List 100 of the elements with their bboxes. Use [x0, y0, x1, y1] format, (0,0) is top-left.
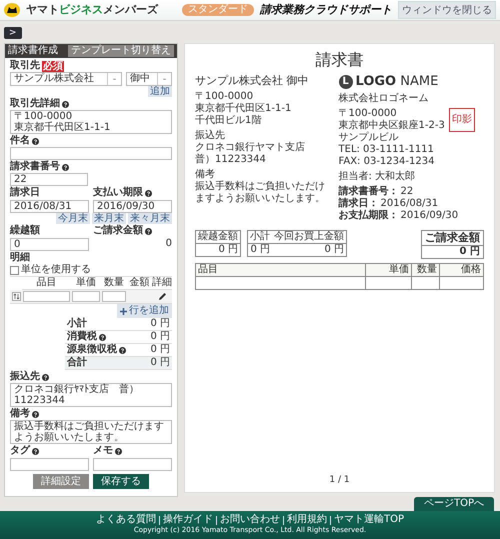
date-shortcut-button[interactable]: 来々月末	[128, 213, 172, 224]
settings-button[interactable]: 詳細設定	[33, 474, 89, 489]
help-icon[interactable]	[115, 448, 122, 454]
help-icon[interactable]	[32, 138, 39, 144]
notes-text: 振込手数料はご負担いただけますようお願いいたします。	[195, 181, 326, 205]
bank-text: クロネコ銀行ヤマト支店	[195, 142, 305, 154]
summary-label: 小計	[248, 231, 272, 244]
input-field[interactable]: 0	[10, 238, 89, 251]
info-label: お支払期限：	[338, 210, 399, 222]
help-icon[interactable]	[62, 100, 69, 108]
brand-text: ヤマト	[26, 3, 59, 16]
input-field[interactable]	[10, 147, 172, 160]
summary-value: 0 円	[217, 244, 239, 256]
footer-link[interactable]: よくある質問	[96, 514, 156, 526]
panel-title: 請求書作成	[8, 45, 58, 57]
required-badge: 必須	[42, 60, 64, 72]
total-label: 消費税	[67, 331, 97, 343]
date-shortcut-button[interactable]: 今月末	[56, 213, 90, 224]
info-value: 2016/08/31	[380, 198, 438, 210]
field-label: 取引先	[10, 60, 40, 72]
sort-handle-icon[interactable]	[12, 292, 20, 301]
input-field[interactable]	[10, 458, 89, 471]
address-line: 東京都千代田区1-1-1	[195, 103, 292, 114]
close-window-button[interactable]: ウィンドウを閉じる	[398, 1, 496, 19]
field-label: 繰越額	[10, 225, 40, 237]
logo-text: LOGO NAME	[356, 74, 438, 90]
info-value: 22	[400, 186, 414, 198]
address-line: 千代田ビル1階	[195, 115, 262, 127]
client-select[interactable]: サンプル株式会社 -	[10, 72, 122, 86]
column-header: 単価	[365, 264, 411, 277]
seal-stamp: 印影	[448, 108, 475, 132]
page-top-button[interactable]: ページTOPへ	[414, 497, 494, 511]
summary-value: 0 円	[323, 244, 345, 256]
input-field[interactable]: 22	[10, 173, 88, 186]
add-row-button[interactable]: 行を追加	[117, 304, 172, 318]
total-label: 合計	[67, 357, 87, 369]
summary-value: 0 円	[249, 244, 271, 256]
logo-mark: L	[338, 75, 353, 89]
date-shortcut-button[interactable]: 来月末	[92, 213, 126, 224]
field-label: 件名	[10, 135, 30, 147]
recipient-name: サンプル株式会社 御中	[195, 74, 310, 88]
field-label: メモ	[93, 445, 113, 457]
input-field[interactable]	[93, 458, 172, 471]
footer-link[interactable]: 操作ガイド	[162, 514, 213, 526]
help-icon[interactable]	[145, 228, 152, 234]
field-label: 取引先詳細	[10, 98, 60, 110]
help-icon[interactable]	[32, 410, 39, 418]
column-header: 品目	[196, 264, 365, 277]
pencil-icon[interactable]	[158, 292, 166, 301]
field-label: 備考	[10, 408, 30, 420]
field-label: タグ	[10, 445, 30, 457]
input-field[interactable]: クロネコ銀行ﾔﾏﾄ支店 普）11223344	[10, 383, 172, 407]
help-icon[interactable]	[119, 346, 126, 354]
info-value: 2016/09/30	[400, 210, 458, 222]
column-header: 数量	[411, 264, 439, 277]
address-line: サンプルビル	[338, 132, 400, 144]
footer-link[interactable]: 利用規約	[286, 514, 327, 526]
help-icon[interactable]	[42, 374, 49, 380]
field-label: 請求日	[10, 187, 40, 199]
checkbox-label: 単位を使用する	[21, 264, 91, 276]
field-label: 明細	[10, 252, 30, 264]
help-icon[interactable]	[62, 164, 69, 170]
brand-text: ビジネス	[59, 3, 103, 16]
footer-link[interactable]: ヤマト運輸TOP	[334, 514, 404, 526]
total-value: 0 円	[150, 344, 170, 356]
help-icon[interactable]	[32, 448, 39, 454]
footer-link[interactable]: お問い合わせ	[220, 514, 280, 526]
input-field[interactable]: 〒100-0000 東京都千代田区1-1-1	[10, 110, 172, 134]
page-number: 1 / 1	[328, 474, 351, 486]
total-value: 0 円	[150, 318, 170, 330]
template-switch-button[interactable]: テンプレート切り替え	[68, 45, 174, 57]
add-button[interactable]: 追加	[148, 86, 172, 97]
section-label: 振込先	[195, 130, 226, 142]
total-value: 0 円	[150, 331, 170, 343]
total-value: 0 円	[150, 357, 170, 369]
input-field[interactable]: 振込手数料はご負担いただけますようお願いいたします。	[10, 420, 172, 444]
company-name: 株式会社ロゴネーム	[338, 93, 430, 105]
help-icon[interactable]	[99, 334, 106, 340]
total-label: 源泉徴収税	[67, 344, 117, 356]
summary-label: 繰越金額	[196, 231, 240, 244]
checkbox[interactable]	[10, 266, 19, 274]
panel-toggle-button[interactable]: >	[4, 27, 22, 39]
plan-badge: スタンダード	[182, 4, 254, 16]
address-line: 〒100-0000	[195, 91, 254, 102]
bank-text: 普）11223344	[195, 154, 266, 166]
field-label: 支払い期限	[93, 187, 143, 199]
column-header: 価格	[439, 264, 483, 277]
input-field[interactable]: 2016/09/30	[93, 200, 172, 213]
total-amount: 0 円	[458, 246, 481, 258]
help-icon[interactable]	[145, 190, 152, 196]
service-title: 請求業務クラウドサポート	[260, 4, 392, 16]
summary-label: 今回お買上金額	[272, 231, 346, 244]
field-label: 請求書番号	[10, 161, 60, 173]
honorific-select[interactable]: 御中 -	[126, 72, 172, 86]
save-button[interactable]: 保存する	[93, 474, 149, 489]
total-value: 0	[164, 238, 172, 250]
input-field[interactable]: 2016/08/31	[10, 200, 89, 213]
total-label: ご請求金額	[422, 231, 483, 246]
info-label: 請求書番号：	[338, 186, 399, 198]
document-title: 請求書	[314, 50, 364, 70]
